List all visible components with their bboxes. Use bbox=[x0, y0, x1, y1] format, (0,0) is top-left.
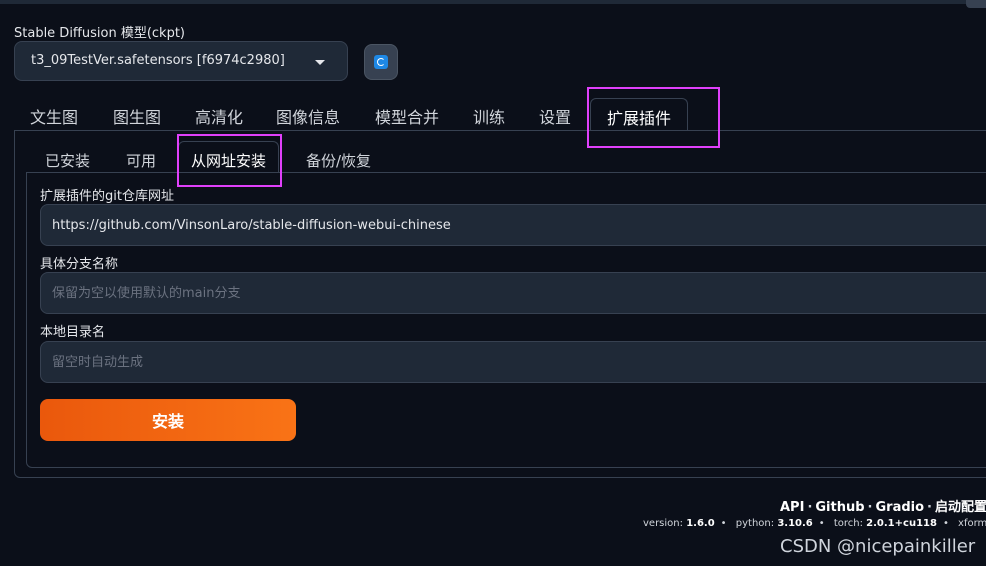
top-border bbox=[0, 0, 986, 4]
tab-img2img[interactable]: 图生图 bbox=[113, 104, 161, 128]
dir-field-label: 本地目录名 bbox=[40, 325, 106, 340]
footer-separator: · bbox=[867, 500, 873, 515]
xformers-key: xformers: bbox=[958, 518, 986, 529]
python-key: python: bbox=[735, 518, 775, 529]
footer-link-gradio[interactable]: Gradio bbox=[876, 500, 925, 515]
model-select-dropdown[interactable]: t3_09TestVer.safetensors [f6974c2980] bbox=[14, 41, 348, 81]
url-field-label: 扩展插件的git仓库网址 bbox=[40, 189, 174, 204]
tab-train[interactable]: 训练 bbox=[473, 104, 505, 128]
refresh-icon bbox=[374, 55, 388, 69]
torch-value: 2.0.1+cu118 bbox=[866, 518, 937, 529]
subtab-backup-restore[interactable]: 备份/恢复 bbox=[306, 150, 371, 171]
install-button[interactable]: 安装 bbox=[40, 399, 296, 441]
model-select-value: t3_09TestVer.safetensors [f6974c2980] bbox=[31, 53, 285, 68]
watermark: CSDN @nicepainkiller bbox=[780, 536, 976, 557]
main-tab-bar: 文生图 图生图 高清化 图像信息 模型合并 训练 设置 扩展插件 bbox=[14, 98, 986, 130]
local-dir-input[interactable] bbox=[40, 341, 986, 383]
chevron-down-icon bbox=[315, 60, 325, 65]
subtab-installed[interactable]: 已安装 bbox=[45, 150, 90, 171]
version-value: 1.6.0 bbox=[686, 518, 715, 529]
footer-link-startup-profile[interactable]: 启动配置 bbox=[935, 500, 986, 515]
footer-link-github[interactable]: Github bbox=[815, 500, 864, 515]
tab-txt2img[interactable]: 文生图 bbox=[30, 104, 78, 128]
tab-checkpoint-merger[interactable]: 模型合并 bbox=[375, 104, 439, 128]
model-select-label: Stable Diffusion 模型(ckpt) bbox=[14, 26, 186, 41]
python-value: 3.10.6 bbox=[777, 518, 813, 529]
footer-separator: · bbox=[807, 500, 813, 515]
refresh-model-button[interactable] bbox=[364, 44, 398, 80]
version-key: version: bbox=[643, 518, 683, 529]
highlight-box-install-from-url-tab bbox=[177, 134, 282, 187]
tab-png-info[interactable]: 图像信息 bbox=[276, 104, 340, 128]
footer-separator: · bbox=[927, 500, 932, 515]
torch-key: torch: bbox=[833, 518, 863, 529]
tab-settings[interactable]: 设置 bbox=[539, 104, 571, 128]
branch-field-label: 具体分支名称 bbox=[40, 257, 119, 272]
branch-input[interactable] bbox=[40, 272, 986, 314]
footer-links: API·Github·Gradio·启动配置· bbox=[780, 496, 986, 515]
subtab-available[interactable]: 可用 bbox=[126, 150, 156, 171]
highlight-box-extensions-tab bbox=[587, 87, 720, 148]
top-right-handle bbox=[966, 0, 986, 8]
version-info: version: 1.6.0 • python: 3.10.6 • torch: 2… bbox=[643, 518, 986, 529]
footer-link-api[interactable]: API bbox=[780, 500, 804, 515]
tab-extras[interactable]: 高清化 bbox=[195, 104, 243, 128]
git-url-input[interactable] bbox=[40, 204, 986, 246]
